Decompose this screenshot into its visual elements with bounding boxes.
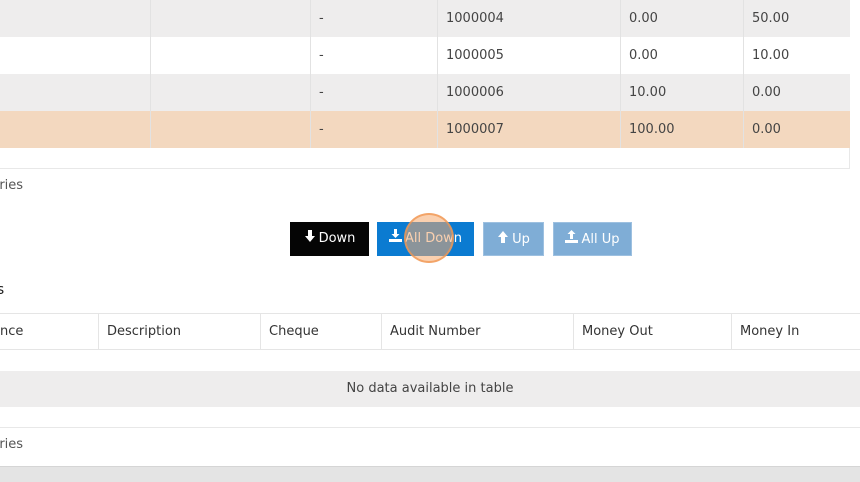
arrow-up-icon xyxy=(497,223,509,257)
arrow-down-icon xyxy=(304,222,316,256)
audit-number-cell: 1000004 xyxy=(438,0,621,37)
footer-bar xyxy=(0,466,860,482)
table-cell xyxy=(151,37,311,74)
table-cell xyxy=(0,111,151,148)
download-icon xyxy=(388,222,402,256)
cheque-cell: - xyxy=(311,37,438,74)
money-out-cell: 100.00 xyxy=(621,111,744,148)
table-cell xyxy=(0,74,151,111)
table-row[interactable]: - 1000005 0.00 10.00 xyxy=(0,37,850,74)
money-in-cell: 0.00 xyxy=(752,85,781,100)
table-cell xyxy=(151,111,311,148)
table-row-selected[interactable]: - 1000007 100.00 0.00 xyxy=(0,111,850,148)
column-header-cheque[interactable]: Cheque xyxy=(261,314,382,349)
table-info-text-bottom: ntries xyxy=(0,437,24,452)
money-in-cell: 0.00 xyxy=(752,122,781,137)
table-footer-spacer xyxy=(0,148,850,169)
table-info-text: ntries xyxy=(0,178,24,193)
cheque-cell: - xyxy=(311,0,438,37)
column-header-reference[interactable]: nce xyxy=(0,314,99,349)
cheque-cell: - xyxy=(311,74,438,111)
money-out-cell: 0.00 xyxy=(621,0,744,37)
table-cell xyxy=(151,74,311,111)
down-button[interactable]: Down xyxy=(290,222,369,256)
table-row[interactable]: - 1000004 0.00 50.00 xyxy=(0,0,850,37)
money-out-cell: 10.00 xyxy=(621,74,744,111)
all-down-button[interactable]: All Down xyxy=(377,222,474,256)
all-down-button-label: All Down xyxy=(404,231,463,246)
table-cell xyxy=(0,37,151,74)
unallocated-table-header: nce Description Cheque Audit Number Mone… xyxy=(0,313,860,350)
section-title: ns xyxy=(0,282,5,298)
money-in-cell: 10.00 xyxy=(752,48,790,63)
table-row[interactable]: - 1000006 10.00 0.00 xyxy=(0,74,850,111)
table-cell xyxy=(151,0,311,37)
table-bottom-border xyxy=(0,427,860,428)
audit-number-cell: 1000006 xyxy=(438,74,621,111)
table-cell xyxy=(0,0,151,37)
up-button-label: Up xyxy=(512,232,530,247)
all-up-button-label: All Up xyxy=(581,232,620,247)
column-header-description[interactable]: Description xyxy=(99,314,261,349)
empty-table-message: No data available in table xyxy=(0,371,860,407)
down-button-label: Down xyxy=(318,231,356,246)
column-header-money-out[interactable]: Money Out xyxy=(574,314,732,349)
up-button[interactable]: Up xyxy=(483,222,544,256)
audit-number-cell: 1000005 xyxy=(438,37,621,74)
audit-number-cell: 1000007 xyxy=(438,111,621,148)
column-header-audit-number[interactable]: Audit Number xyxy=(382,314,574,349)
all-up-button[interactable]: All Up xyxy=(553,222,632,256)
column-header-money-in[interactable]: Money In xyxy=(732,314,860,349)
money-out-cell: 0.00 xyxy=(621,37,744,74)
cheque-cell: - xyxy=(311,111,438,148)
money-in-cell: 50.00 xyxy=(752,11,790,26)
upload-icon xyxy=(565,223,579,257)
